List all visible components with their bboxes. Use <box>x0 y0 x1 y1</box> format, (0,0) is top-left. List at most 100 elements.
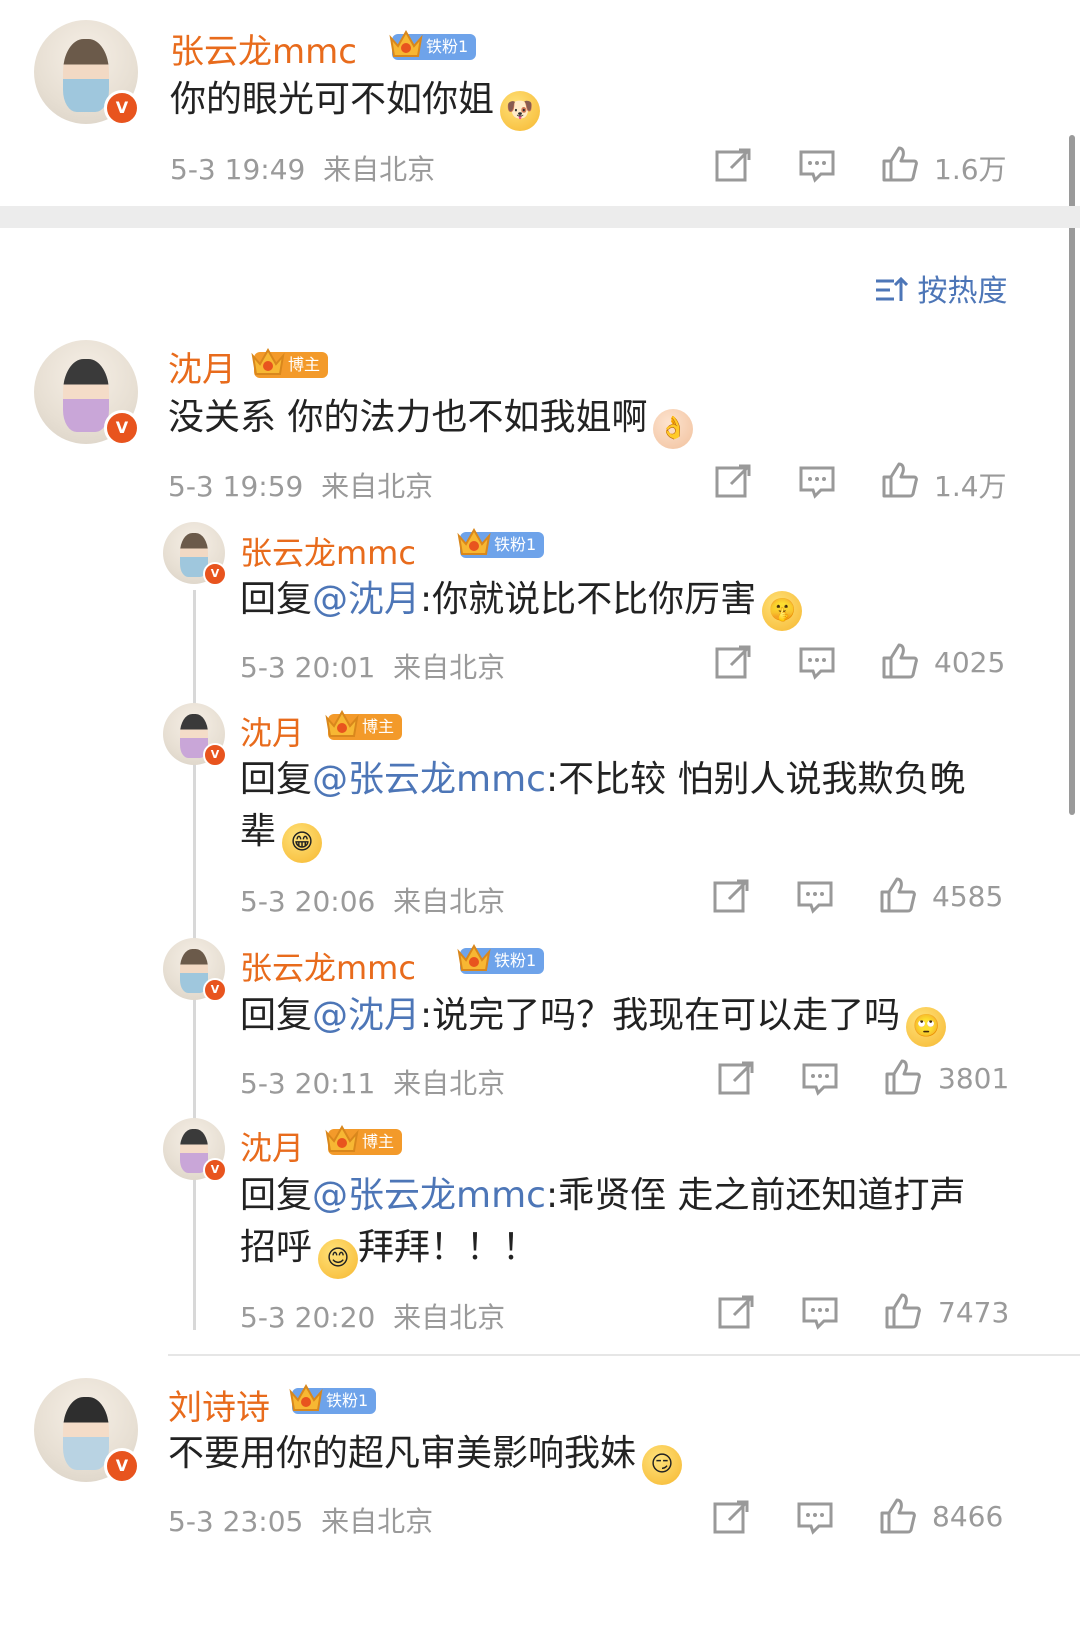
share-icon[interactable] <box>713 643 753 683</box>
crown-icon <box>289 1383 323 1411</box>
host-badge[interactable]: 博主 <box>325 1124 403 1155</box>
comment-icon[interactable] <box>800 1293 840 1333</box>
timestamp: 5-3 19:59 <box>168 470 304 503</box>
location: 来自北京 <box>321 1505 434 1538</box>
comment-icon[interactable] <box>795 1498 835 1538</box>
fan-badge[interactable]: 铁粉1 <box>389 29 477 60</box>
like-icon[interactable] <box>880 144 920 184</box>
like-icon[interactable] <box>878 1496 918 1536</box>
fan-badge[interactable]: 铁粉1 <box>289 1383 377 1414</box>
avatar[interactable]: V <box>34 20 140 126</box>
reply-meta: 5-3 20:20 来自北京 <box>240 1296 505 1336</box>
comment-text: 不要用你的超凡审美影响我妹 😏 <box>168 1428 683 1485</box>
verified-icon: V <box>104 1448 140 1484</box>
comment-meta: 5-3 19:49 来自北京 <box>170 148 435 188</box>
timestamp: 5-3 20:11 <box>240 1067 376 1100</box>
host-badge[interactable]: 博主 <box>325 709 403 740</box>
comment-meta: 5-3 23:05 来自北京 <box>168 1500 433 1540</box>
comment-icon[interactable] <box>797 462 837 502</box>
badge-label: 铁粉1 <box>426 37 469 56</box>
share-icon[interactable] <box>713 146 753 186</box>
mention-link[interactable]: @张云龙mmc <box>312 759 546 800</box>
avatar[interactable]: V <box>163 703 227 767</box>
location: 来自北京 <box>393 885 506 918</box>
comment-icon[interactable] <box>800 1059 840 1099</box>
share-icon[interactable] <box>711 1498 751 1538</box>
username[interactable]: 沈月 <box>168 342 236 391</box>
comment-icon[interactable] <box>797 643 837 683</box>
like-icon[interactable] <box>883 1291 923 1331</box>
timestamp: 5-3 23:05 <box>168 1505 304 1538</box>
host-badge[interactable]: 博主 <box>251 347 329 378</box>
reply-prefix: 回复 <box>240 1175 313 1216</box>
smile-emoji: 😊 <box>318 1239 359 1279</box>
comment-text-body: 你的眼光可不如你姐 <box>170 79 495 120</box>
fan-badge[interactable]: 铁粉1 <box>457 527 545 558</box>
reply-text-body: :说完了吗？我现在可以走了吗 <box>420 995 901 1036</box>
timestamp: 5-3 19:49 <box>170 153 306 186</box>
share-icon[interactable] <box>713 462 753 502</box>
mention-link[interactable]: @沈月 <box>312 579 420 620</box>
comment-separator <box>168 1354 1080 1356</box>
reply-text: 回复@沈月:你就说比不比你厉害 🤫 <box>240 574 803 631</box>
like-count: 3801 <box>938 1062 1010 1095</box>
verified-icon: V <box>203 743 227 767</box>
verified-icon: V <box>104 410 140 446</box>
doge-emoji: 🐶 <box>500 91 541 131</box>
verified-icon: V <box>203 1158 227 1182</box>
username[interactable]: 沈月 <box>240 708 304 754</box>
crown-icon <box>251 347 285 375</box>
crown-icon <box>457 527 491 555</box>
like-icon[interactable] <box>883 1057 923 1097</box>
timestamp: 5-3 20:20 <box>240 1301 376 1334</box>
share-icon[interactable] <box>716 1059 756 1099</box>
location: 来自北京 <box>393 1067 506 1100</box>
shh-emoji: 🤫 <box>762 591 803 631</box>
comment-icon[interactable] <box>795 877 835 917</box>
crown-icon <box>457 943 491 971</box>
badge-label: 博主 <box>362 717 395 736</box>
username[interactable]: 张云龙mmc <box>240 943 416 989</box>
like-icon[interactable] <box>880 641 920 681</box>
like-count: 1.6万 <box>934 153 1007 186</box>
timestamp: 5-3 20:01 <box>240 651 376 684</box>
avatar[interactable]: V <box>163 938 227 1002</box>
fan-badge[interactable]: 铁粉1 <box>457 943 545 974</box>
reply-prefix: 回复 <box>240 579 313 620</box>
username[interactable]: 张云龙mmc <box>240 528 416 574</box>
eye-roll-emoji: 🙄 <box>906 1007 947 1047</box>
badge-label: 铁粉1 <box>494 535 537 554</box>
like-icon[interactable] <box>880 460 920 500</box>
avatar-figure <box>63 1396 109 1470</box>
timestamp: 5-3 20:06 <box>240 885 376 918</box>
comment-text: 你的眼光可不如你姐 🐶 <box>170 74 541 131</box>
sort-toggle[interactable]: 按热度 <box>874 266 1008 310</box>
avatar[interactable]: V <box>34 1378 140 1484</box>
reply-text: 回复@张云龙mmc:不比较 怕别人说我欺负晚辈 😁 <box>240 754 966 863</box>
grin-emoji: 😁 <box>282 823 323 863</box>
mention-link[interactable]: @张云龙mmc <box>312 1175 546 1216</box>
location: 来自北京 <box>323 153 436 186</box>
like-icon[interactable] <box>878 875 918 915</box>
mention-link[interactable]: @沈月 <box>312 995 420 1036</box>
username[interactable]: 刘诗诗 <box>168 1380 270 1429</box>
share-icon[interactable] <box>711 877 751 917</box>
username[interactable]: 张云龙mmc <box>170 24 357 73</box>
reply-prefix: 回复 <box>240 995 313 1036</box>
reply-text: 回复@沈月:说完了吗？我现在可以走了吗 🙄 <box>240 990 947 1047</box>
reply-meta: 5-3 20:01 来自北京 <box>240 646 505 686</box>
avatar[interactable]: V <box>34 340 140 446</box>
comment-meta: 5-3 19:59 来自北京 <box>168 465 433 505</box>
comment-icon[interactable] <box>797 146 837 186</box>
username[interactable]: 沈月 <box>240 1123 304 1169</box>
scrollbar[interactable] <box>1069 135 1075 815</box>
comment-text-body: 没关系 你的法力也不如我姐啊 <box>168 397 648 438</box>
location: 来自北京 <box>393 651 506 684</box>
reply-text-continued: 招呼 <box>240 1227 313 1268</box>
badge-label: 铁粉1 <box>326 1391 369 1410</box>
avatar[interactable]: V <box>163 522 227 586</box>
reply-text: 回复@张云龙mmc:乖贤侄 走之前还知道打声 招呼 😊 拜拜！！！ <box>240 1170 966 1279</box>
sort-icon <box>876 276 909 301</box>
avatar[interactable]: V <box>163 1118 227 1182</box>
share-icon[interactable] <box>716 1293 756 1333</box>
